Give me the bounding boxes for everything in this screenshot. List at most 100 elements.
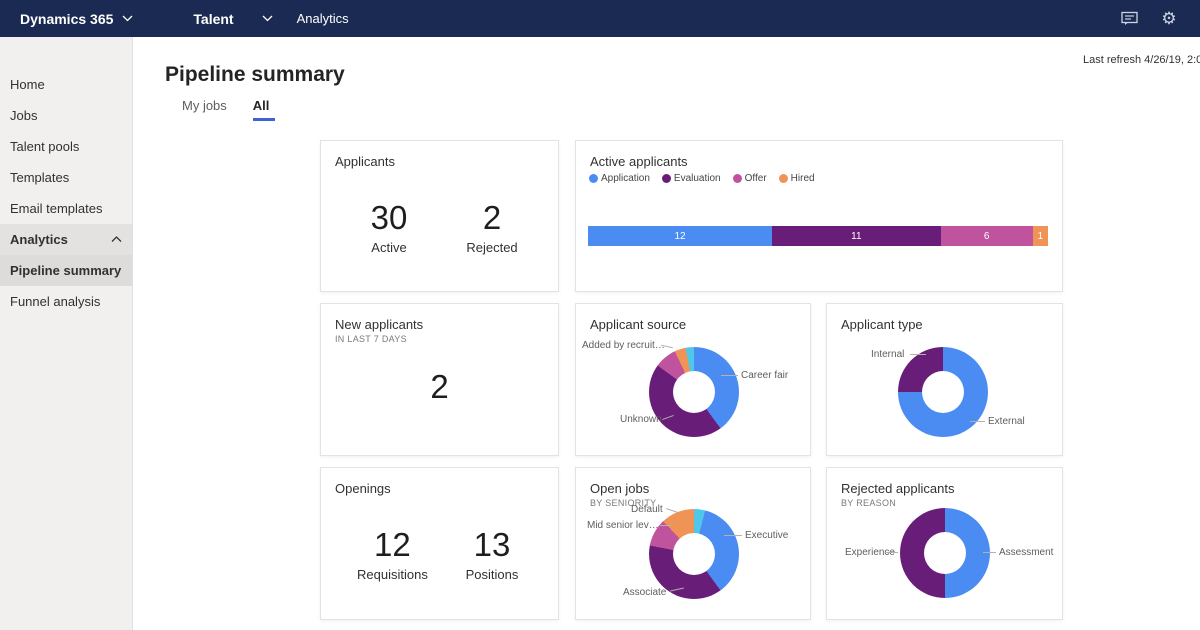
bar-segment-value: 11 xyxy=(851,231,861,242)
nav-right-icons: ⚙ xyxy=(1120,10,1178,28)
stat-requisitions: 12 Requisitions xyxy=(357,526,428,582)
stat-value: 2 xyxy=(460,199,524,237)
card-subtitle: BY REASON xyxy=(841,498,896,508)
card-openings: Openings 12 Requisitions 13 Positions xyxy=(320,467,559,620)
legend-dot xyxy=(733,174,742,183)
sidebar-item-home[interactable]: Home xyxy=(0,69,132,100)
stat-label: Requisitions xyxy=(357,567,428,582)
legend-label: Application xyxy=(601,173,650,184)
card-title: Applicant type xyxy=(841,317,923,332)
legend-dot xyxy=(779,174,788,183)
label-connector-line xyxy=(983,552,996,553)
pipeline-stacked-bar[interactable]: 12 11 6 1 xyxy=(588,226,1048,246)
bar-segment-offer[interactable]: 6 xyxy=(941,226,1033,246)
settings-gear-icon[interactable]: ⚙ xyxy=(1160,10,1178,28)
last-refresh-timestamp: Last refresh 4/26/19, 2:00 xyxy=(1083,54,1200,66)
bar-segment-value: 1 xyxy=(1038,231,1044,242)
donut-label-default: Default xyxy=(631,504,663,515)
stat-label: Active xyxy=(357,240,421,255)
nav-app-talent[interactable]: Talent xyxy=(193,11,233,27)
open-jobs-donut[interactable] xyxy=(649,509,739,599)
active-tab-underline xyxy=(253,118,275,121)
page-title: Pipeline summary xyxy=(165,63,345,87)
stat-value: 30 xyxy=(357,199,421,237)
tab-all[interactable]: All xyxy=(253,98,270,127)
applicants-stats: 30 Active 2 Rejected xyxy=(321,199,558,255)
label-connector-line xyxy=(724,535,742,536)
card-applicants: Applicants 30 Active 2 Rejected xyxy=(320,140,559,292)
bar-segment-value: 12 xyxy=(674,231,685,242)
stat-value: 12 xyxy=(357,526,428,564)
card-applicant-source: Applicant source Added by recruit… Caree… xyxy=(575,303,811,456)
card-active-applicants: Active applicants Application Evaluation O… xyxy=(575,140,1063,292)
job-scope-tabs: My jobs All xyxy=(182,98,269,127)
legend-dot xyxy=(589,174,598,183)
card-title: Active applicants xyxy=(590,154,688,169)
card-subtitle: IN LAST 7 DAYS xyxy=(335,334,407,344)
legend-label: Offer xyxy=(745,173,767,184)
donut-label-executive: Executive xyxy=(745,530,788,541)
stat-label: Positions xyxy=(460,567,524,582)
legend-item-hired: Hired xyxy=(779,173,815,184)
stat-value: 13 xyxy=(460,526,524,564)
card-title: Applicant source xyxy=(590,317,686,332)
card-open-jobs: Open jobs BY SENIORITY Default Mid senio… xyxy=(575,467,811,620)
donut-label-external: External xyxy=(988,416,1025,427)
sidebar-item-email-templates[interactable]: Email templates xyxy=(0,193,132,224)
stage-legend: Application Evaluation Offer Hired xyxy=(589,173,815,184)
card-title: New applicants xyxy=(335,317,423,332)
sidebar-item-jobs[interactable]: Jobs xyxy=(0,100,132,131)
bar-segment-value: 6 xyxy=(984,231,990,242)
sidebar-item-pipeline-summary[interactable]: Pipeline summary xyxy=(0,255,132,286)
sidebar-item-talent-pools[interactable]: Talent pools xyxy=(0,131,132,162)
nav-app-label: Talent xyxy=(193,11,233,27)
legend-dot xyxy=(662,174,671,183)
sidebar: Home Jobs Talent pools Templates Email t… xyxy=(0,37,133,630)
top-nav: Dynamics 365 Talent Analytics ⚙ xyxy=(0,0,1200,37)
donut-label-career-fair: Career fair xyxy=(741,370,788,381)
sidebar-item-analytics[interactable]: Analytics xyxy=(0,224,132,255)
donut-label-unknown: Unknown xyxy=(620,414,662,425)
chevron-down-icon[interactable] xyxy=(262,15,273,22)
donut-label-added-by-recruiter: Added by recruit… xyxy=(582,340,658,351)
stat-active: 30 Active xyxy=(357,199,421,255)
card-rejected-applicants: Rejected applicants BY REASON Experience… xyxy=(826,467,1063,620)
card-title: Applicants xyxy=(335,154,395,169)
nav-brand-dynamics365[interactable]: Dynamics 365 xyxy=(20,11,133,27)
label-connector-line xyxy=(721,375,738,376)
card-applicant-type: Applicant type Internal External xyxy=(826,303,1063,456)
bar-segment-hired[interactable]: 1 xyxy=(1033,226,1048,246)
card-title: Rejected applicants xyxy=(841,481,954,496)
nav-section-analytics[interactable]: Analytics xyxy=(297,11,349,26)
card-title: Open jobs xyxy=(590,481,649,496)
bar-segment-evaluation[interactable]: 11 xyxy=(772,226,941,246)
tab-my-jobs[interactable]: My jobs xyxy=(182,98,227,127)
applicant-type-donut[interactable] xyxy=(898,347,988,437)
legend-item-offer: Offer xyxy=(733,173,767,184)
donut-label-associate: Associate xyxy=(623,587,666,598)
feedback-icon[interactable] xyxy=(1120,10,1138,28)
stat-rejected: 2 Rejected xyxy=(460,199,524,255)
openings-stats: 12 Requisitions 13 Positions xyxy=(321,526,558,582)
legend-item-application: Application xyxy=(589,173,650,184)
applicant-source-donut[interactable] xyxy=(649,347,739,437)
bar-segment-application[interactable]: 12 xyxy=(588,226,772,246)
label-connector-line xyxy=(660,525,672,526)
donut-label-internal: Internal xyxy=(871,349,904,360)
donut-label-mid-senior: Mid senior lev… xyxy=(587,520,659,531)
stat-positions: 13 Positions xyxy=(460,526,524,582)
legend-label: Hired xyxy=(791,173,815,184)
legend-label: Evaluation xyxy=(674,173,721,184)
stat-label: Rejected xyxy=(460,240,524,255)
label-connector-line xyxy=(970,421,985,422)
label-connector-line xyxy=(666,508,678,513)
nav-brand-label: Dynamics 365 xyxy=(20,11,113,27)
new-applicants-count: 2 xyxy=(321,368,558,406)
chevron-down-icon xyxy=(122,15,133,22)
sidebar-item-templates[interactable]: Templates xyxy=(0,162,132,193)
card-new-applicants: New applicants IN LAST 7 DAYS 2 xyxy=(320,303,559,456)
sidebar-item-funnel-analysis[interactable]: Funnel analysis xyxy=(0,286,132,317)
label-connector-line xyxy=(885,552,898,553)
rejected-applicants-donut[interactable] xyxy=(900,508,990,598)
donut-label-assessment: Assessment xyxy=(999,547,1053,558)
